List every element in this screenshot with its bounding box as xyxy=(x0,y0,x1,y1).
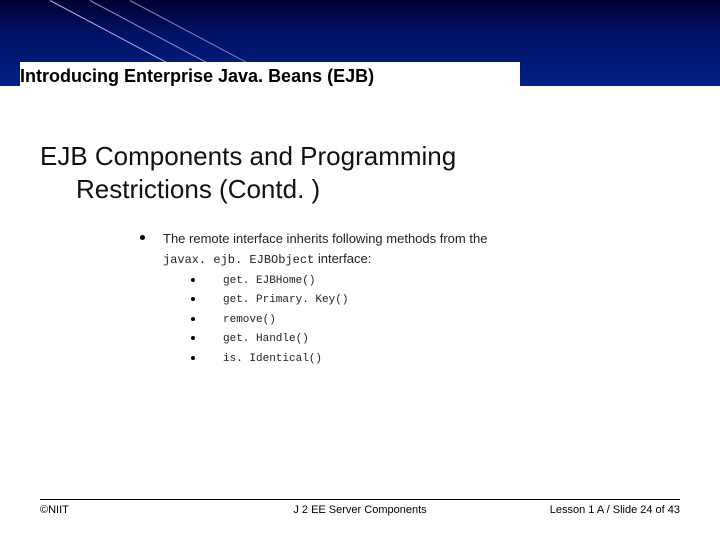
bullet-dot-icon xyxy=(191,336,195,340)
method-name: get. Handle() xyxy=(223,331,309,348)
slide-heading: EJB Components and Programming Restricti… xyxy=(40,140,680,205)
footer: ©NIIT J 2 EE Server Components Lesson 1 … xyxy=(40,499,680,516)
list-item: get. Handle() xyxy=(191,331,487,348)
bullet-intro: The remote interface inherits following … xyxy=(163,231,487,246)
slide-topic: Introducing Enterprise Java. Beans (EJB) xyxy=(20,66,520,87)
bullet-dot-icon xyxy=(191,278,195,282)
heading-line1: EJB Components and Programming xyxy=(40,141,456,171)
list-item: remove() xyxy=(191,312,487,329)
list-item: is. Identical() xyxy=(191,351,487,368)
method-name: remove() xyxy=(223,312,276,329)
bullet-dot-icon xyxy=(191,356,195,360)
header-title-box: Introducing Enterprise Java. Beans (EJB) xyxy=(20,62,520,91)
bullet-text: The remote interface inherits following … xyxy=(163,229,487,370)
method-name: get. Primary. Key() xyxy=(223,292,348,309)
slide-body: EJB Components and Programming Restricti… xyxy=(40,140,680,370)
bullet-dot-icon xyxy=(191,317,195,321)
bullet-level1: The remote interface inherits following … xyxy=(140,229,680,370)
footer-copyright: ©NIIT xyxy=(40,504,69,516)
bullet-dot-icon xyxy=(191,297,195,301)
method-list: get. EJBHome() get. Primary. Key() remov… xyxy=(191,273,487,368)
footer-slide-number: Lesson 1 A / Slide 24 of 43 xyxy=(550,504,680,516)
bullet-intro-tail: interface: xyxy=(314,251,371,266)
list-item: get. EJBHome() xyxy=(191,273,487,290)
method-name: is. Identical() xyxy=(223,351,322,368)
slide: Introducing Enterprise Java. Beans (EJB)… xyxy=(0,0,720,540)
heading-line2: Restrictions (Contd. ) xyxy=(40,173,680,206)
list-item: get. Primary. Key() xyxy=(191,292,487,309)
bullet-dot-icon xyxy=(140,235,145,240)
bullet-code: javax. ejb. EJBObject xyxy=(163,253,314,267)
method-name: get. EJBHome() xyxy=(223,273,315,290)
